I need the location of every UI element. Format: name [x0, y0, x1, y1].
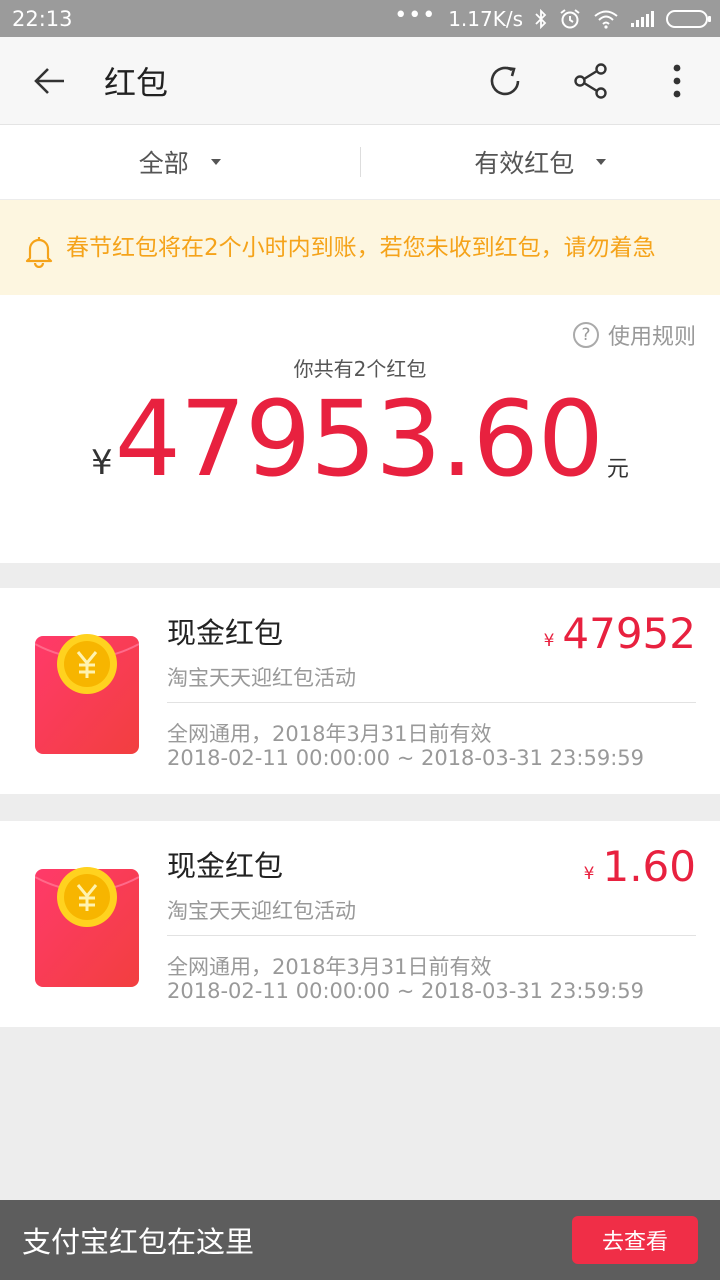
packet-title: 现金红包 [167, 849, 284, 883]
packet-validity-note: 全网通用，2018年3月31日前有效 [167, 955, 492, 979]
filter-all-dropdown[interactable]: 全部 [0, 125, 360, 200]
red-packet-card[interactable]: 现金红包 ¥ 1.60 淘宝天天迎红包活动 全网通用，2018年3月31日前有效… [0, 821, 720, 1027]
refresh-icon [490, 66, 520, 95]
caret-down-icon [596, 159, 607, 165]
back-arrow-icon [34, 67, 64, 94]
filter-all-label: 全部 [138, 149, 189, 178]
packet-amount: ¥ 47952 [544, 610, 696, 658]
back-button[interactable] [0, 37, 100, 125]
signal-icon [631, 10, 654, 27]
filter-valid-label: 有效红包 [474, 149, 575, 178]
red-packet-card[interactable]: 现金红包 ¥ 47952 淘宝天天迎红包活动 全网通用，2018年3月31日前有… [0, 588, 720, 794]
page-title: 红包 [104, 63, 169, 102]
caret-down-icon [210, 159, 221, 165]
packet-date-range: 2018-02-11 00:00:00 ~ 2018-03-31 23:59:5… [167, 979, 645, 1003]
currency-symbol: ¥ [91, 443, 113, 483]
packet-currency-symbol: ¥ [543, 631, 555, 651]
packet-amount-value: 47952 [562, 609, 696, 658]
packet-source: 淘宝天天迎红包活动 [167, 666, 356, 690]
notice-banner: 春节红包将在2个小时内到账，若您未收到红包，请勿着急 [0, 200, 720, 295]
network-speed: 1.17K/s [448, 6, 523, 31]
summary-panel: ? 使用规则 你共有2个红包 ¥ 47953.60 元 [0, 295, 720, 563]
bell-icon [25, 236, 53, 268]
share-icon [574, 62, 607, 99]
packet-date-range: 2018-02-11 00:00:00 ~ 2018-03-31 23:59:5… [167, 746, 645, 770]
status-icons: ••• 1.17K/s [394, 2, 711, 31]
dots-icon: ••• [394, 2, 437, 28]
card-divider [167, 935, 696, 936]
more-icon [673, 64, 681, 97]
currency-unit: 元 [606, 457, 629, 482]
packet-source: 淘宝天天迎红包活动 [167, 899, 356, 923]
battery-icon [666, 9, 711, 28]
total-amount: ¥ 47953.60 元 [0, 387, 720, 491]
more-button[interactable] [634, 37, 720, 125]
view-button[interactable]: 去查看 [572, 1216, 698, 1264]
bluetooth-icon [535, 8, 547, 29]
status-time: 22:13 [12, 6, 73, 31]
notice-text: 春节红包将在2个小时内到账，若您未收到红包，请勿着急 [66, 234, 656, 261]
app-bar: 红包 [0, 37, 720, 125]
card-divider [167, 702, 696, 703]
usage-rules-link[interactable]: ? 使用规则 [572, 319, 696, 351]
packet-title: 现金红包 [167, 616, 284, 650]
app-bar-actions [462, 37, 720, 125]
question-icon: ? [572, 322, 599, 348]
red-envelope-icon [35, 867, 139, 987]
alipay-promo-text: 支付宝红包在这里 [22, 1225, 255, 1259]
wifi-icon [594, 10, 618, 29]
status-bar: 22:13 ••• 1.17K/s [0, 0, 720, 37]
packet-currency-symbol: ¥ [583, 864, 595, 884]
share-button[interactable] [548, 37, 634, 125]
alarm-icon [560, 8, 580, 28]
alipay-promo-bar: 支付宝红包在这里 去查看 [0, 1200, 720, 1280]
filter-valid-dropdown[interactable]: 有效红包 [361, 125, 720, 200]
red-envelope-icon [35, 634, 139, 754]
packet-amount: ¥ 1.60 [584, 843, 696, 891]
refresh-button[interactable] [462, 37, 548, 125]
usage-rules-label: 使用规则 [607, 325, 696, 350]
total-amount-value: 47953.60 [114, 378, 604, 500]
packet-amount-value: 1.60 [602, 842, 696, 891]
filter-bar: 全部 有效红包 [0, 125, 720, 200]
packet-validity-note: 全网通用，2018年3月31日前有效 [167, 722, 492, 746]
